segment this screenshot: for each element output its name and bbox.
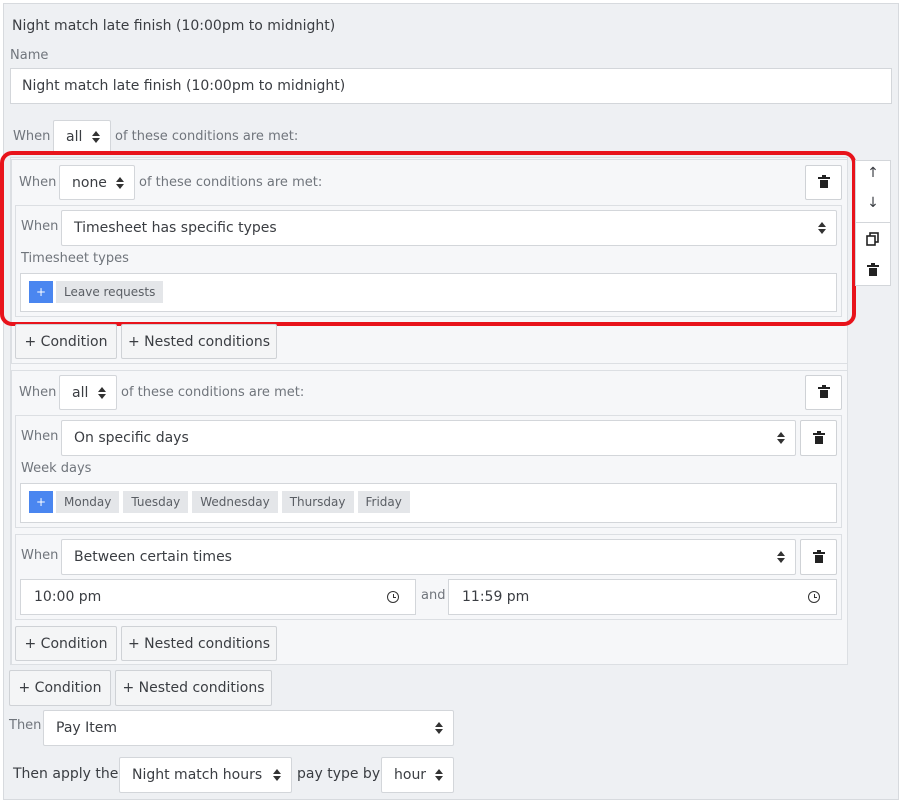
name-input[interactable]: Night match late finish (10:00pm to midn… — [10, 68, 892, 104]
times-type-value: Between certain times — [74, 549, 232, 565]
group2-operator-value: all — [72, 384, 89, 401]
group2-when-label: When — [19, 385, 57, 400]
week-days-label: Week days — [21, 461, 92, 476]
highlight-box — [0, 151, 856, 326]
and-label: and — [421, 588, 446, 603]
root-add-nested-button[interactable]: + Nested conditions — [115, 670, 272, 706]
reorder-divider — [855, 222, 891, 223]
add-week-day-button[interactable]: + — [29, 491, 53, 513]
trash-icon — [812, 430, 825, 444]
trash-icon — [817, 385, 830, 398]
tag-item[interactable]: Monday — [56, 491, 120, 513]
start-time-value: 10:00 pm — [34, 589, 102, 605]
days-type-value: On specific days — [74, 430, 189, 446]
end-time-value: 11:59 pm — [462, 589, 530, 605]
group2-add-condition-button[interactable]: + Condition — [15, 626, 117, 661]
name-label: Name — [10, 48, 49, 63]
select-arrows-icon — [273, 769, 281, 781]
root-operator-value: all — [66, 128, 83, 145]
then-select[interactable]: Pay Item — [43, 710, 454, 746]
tag-item[interactable]: Thursday — [281, 491, 354, 513]
root-operator-select[interactable]: all — [53, 120, 111, 153]
root-when-label: When — [13, 129, 51, 144]
duplicate-button[interactable] — [865, 231, 881, 247]
then-label: Then — [9, 718, 42, 733]
select-arrows-icon — [777, 432, 785, 444]
group1-add-condition-button[interactable]: + Condition — [15, 324, 117, 359]
name-input-value: Night match late finish (10:00pm to midn… — [22, 78, 346, 94]
trash-icon — [867, 262, 879, 276]
select-arrows-icon — [98, 386, 106, 399]
select-arrows-icon — [435, 722, 443, 734]
tag-item[interactable]: Wednesday — [192, 491, 278, 513]
week-day-tags: Monday Tuesday Wednesday Thursday Friday — [56, 491, 410, 513]
days-delete-button[interactable] — [800, 420, 837, 456]
select-arrows-icon — [435, 769, 443, 781]
side-delete-button[interactable] — [867, 262, 879, 276]
trash-icon — [812, 549, 825, 563]
clock-icon — [387, 591, 399, 603]
group2-operator-select[interactable]: all — [59, 375, 117, 410]
days-type-select[interactable]: On specific days — [61, 420, 796, 456]
apply-middle-label: pay type by — [297, 766, 381, 782]
root-suffix-label: of these conditions are met: — [115, 129, 299, 144]
root-add-condition-button[interactable]: + Condition — [9, 670, 111, 706]
copy-icon — [866, 232, 879, 246]
group2-delete-button[interactable] — [805, 375, 842, 410]
group2-add-nested-button[interactable]: + Nested conditions — [121, 626, 277, 661]
tag-item[interactable]: Tuesday — [123, 491, 189, 513]
page-title: Night match late finish (10:00pm to midn… — [12, 18, 336, 34]
times-type-select[interactable]: Between certain times — [61, 539, 796, 575]
group1-add-nested-button[interactable]: + Nested conditions — [121, 324, 277, 359]
start-time-input[interactable]: 10:00 pm — [20, 579, 416, 615]
end-time-input[interactable]: 11:59 pm — [448, 579, 837, 615]
select-arrows-icon — [92, 130, 100, 143]
select-arrows-icon — [777, 551, 785, 563]
tag-item[interactable]: Friday — [357, 491, 410, 513]
group2-suffix-label: of these conditions are met: — [121, 385, 305, 400]
unit-select[interactable]: hour — [381, 757, 454, 793]
apply-prefix-label: Then apply the — [13, 766, 119, 782]
move-up-button[interactable]: ↑ — [864, 165, 882, 181]
pay-type-select[interactable]: Night match hours — [119, 757, 292, 793]
times-delete-button[interactable] — [800, 539, 837, 575]
pay-type-value: Night match hours — [132, 767, 263, 783]
move-down-button[interactable]: ↓ — [864, 195, 882, 211]
days-when-label: When — [21, 429, 59, 444]
unit-value: hour — [394, 767, 427, 783]
times-when-label: When — [21, 548, 59, 563]
clock-icon — [808, 591, 820, 603]
then-value: Pay Item — [56, 720, 117, 736]
